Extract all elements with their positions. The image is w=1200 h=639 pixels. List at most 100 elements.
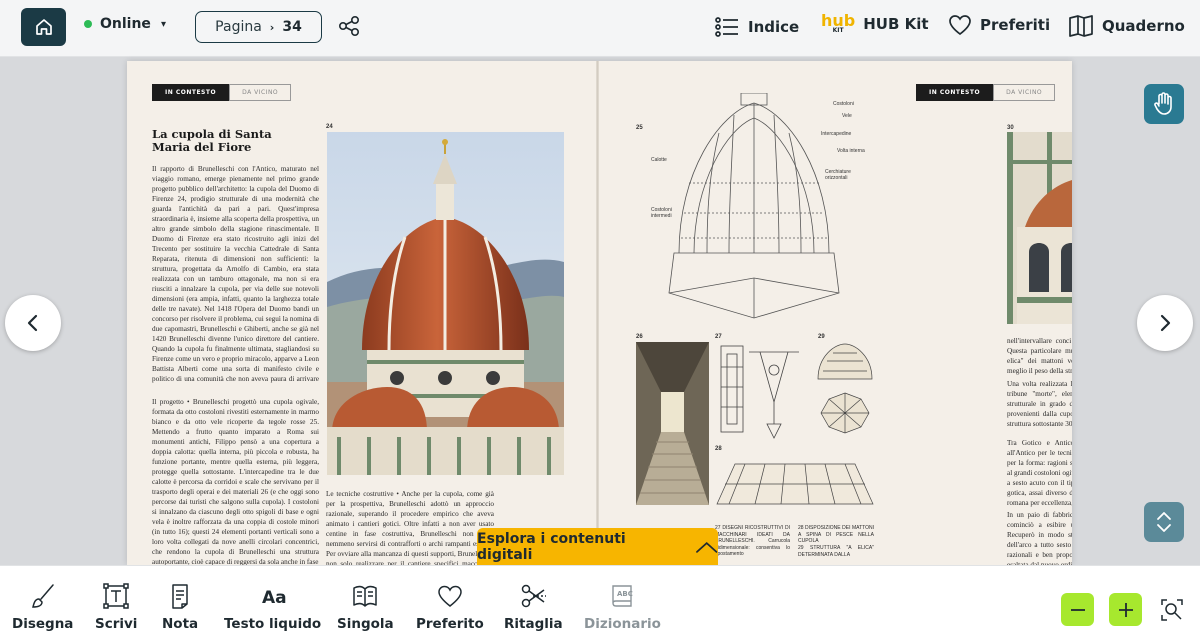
chevron-left-icon [27, 314, 38, 332]
home-button[interactable] [21, 8, 66, 46]
write-label: Scrivi [95, 616, 138, 632]
herringbone-brick-drawing [715, 454, 875, 506]
article-paragraph-7: In un paio di fabbriche degli stessi ann… [1007, 511, 1072, 565]
liquid-text-tool-button[interactable]: Aa Testo liquido [224, 582, 321, 632]
zoom-fit-button[interactable] [1160, 598, 1184, 626]
article-title: La cupola di Santa Maria del Fiore [152, 127, 272, 154]
figure-number: 25 [636, 125, 643, 131]
next-page-button[interactable] [1137, 295, 1193, 351]
figure-number: 30 [1007, 125, 1014, 131]
font-size-icon: Aa [262, 588, 287, 608]
article-paragraph-6: Tra Gotico e Antico • Brunelleschi guard… [1007, 439, 1072, 507]
context-tabs: IN CONTESTO DA VICINO [152, 84, 292, 101]
helix-structure-drawing [815, 341, 875, 441]
hand-tool-button[interactable] [1144, 84, 1184, 124]
draw-label: Disegna [12, 616, 74, 632]
note-label: Nota [162, 616, 199, 632]
book-page-left: IN CONTESTO DA VICINO La cupola di Santa… [127, 61, 597, 565]
single-page-tool-button[interactable]: Singola [337, 582, 394, 632]
figure-number: 28 [715, 446, 722, 452]
article-paragraph-1: Il rapporto di Brunelleschi con l'Antico… [152, 165, 319, 383]
write-tool-button[interactable]: Scrivi [95, 582, 137, 632]
explore-digital-content-label: Esplora i contenuti digitali [477, 530, 626, 563]
machinery-drawing [715, 342, 803, 440]
open-book-icon [1069, 15, 1093, 37]
home-icon [35, 19, 52, 35]
share-icon [338, 15, 360, 37]
article-paragraph-5: Una volta realizzata la cupola, Brunelle… [1007, 380, 1072, 428]
page-label: Pagina [215, 19, 262, 35]
callout-vele: Vele [842, 113, 852, 119]
dictionary-tool-button[interactable]: ABC Dizionario [584, 582, 661, 632]
dictionary-icon: ABC [612, 585, 633, 607]
duomo-photo [327, 132, 564, 475]
favorite-tool-button[interactable]: Preferito [416, 582, 484, 632]
favorite-label: Preferito [416, 616, 484, 632]
scissors-icon [522, 584, 547, 608]
chevron-down-icon: ▾ [160, 18, 166, 30]
connection-status-label: Online [100, 16, 151, 32]
list-icon [715, 17, 738, 37]
article-paragraph-3: Le tecniche costruttive • Anche per la c… [326, 490, 494, 565]
bottom-toolbar: Disegna Scrivi Nota Aa Testo liquido Sin… [0, 565, 1200, 639]
callout-intercapedine: Intercapedine [821, 131, 852, 137]
connection-status-dropdown[interactable]: Online ▾ [84, 16, 166, 32]
notebook-button[interactable]: Quaderno [1068, 14, 1185, 38]
single-page-label: Singola [337, 616, 394, 632]
callout-costoloni: Costoloni [833, 101, 854, 107]
tribune-photo [1007, 132, 1072, 324]
callout-costoloni-intermedi: Costoloni intermedi [651, 207, 672, 219]
page-number: 34 [282, 19, 302, 35]
tab-in-contesto: IN CONTESTO [152, 84, 230, 101]
caption-27: 27 DISEGNI RICOSTRUTTIVI DI MACCHINARI I… [715, 525, 790, 557]
hubkit-label: HUB Kit [863, 15, 929, 33]
tab-da-vicino: DA VICINO [993, 84, 1056, 101]
open-book-icon [353, 585, 378, 607]
heart-icon [949, 15, 971, 36]
callout-calotte: Calotte [651, 157, 667, 163]
top-bar: Online ▾ Pagina › 34 Indice hub KIT HUB K… [0, 0, 1200, 57]
zoom-out-button[interactable] [1061, 593, 1094, 626]
tab-da-vicino: DA VICINO [229, 84, 292, 101]
page-selector[interactable]: Pagina › 34 [195, 11, 322, 43]
article-paragraph-4: nell'intervallare conci verticali e conc… [1007, 337, 1072, 375]
context-tabs: IN CONTESTO DA VICINO [916, 84, 1056, 101]
note-tool-button[interactable]: Nota [162, 582, 198, 632]
brush-icon [31, 584, 54, 608]
figure-number: 24 [326, 124, 333, 130]
explore-digital-content-button[interactable]: Esplora i contenuti digitali [477, 528, 718, 565]
tab-in-contesto: IN CONTESTO [916, 84, 994, 101]
figure-number: 27 [715, 334, 722, 340]
text-box-icon [103, 583, 129, 609]
hubkit-logo: hub KIT [821, 11, 856, 34]
share-button[interactable] [337, 14, 361, 42]
zoom-search-icon [1161, 599, 1183, 621]
liquid-text-label: Testo liquido [224, 616, 322, 632]
vertical-scroll-icon [1157, 512, 1171, 532]
index-button[interactable]: Indice [714, 14, 799, 40]
draw-tool-button[interactable]: Disegna [12, 582, 73, 632]
figure-number: 26 [636, 334, 643, 340]
chevron-up-icon [695, 541, 717, 553]
notebook-label: Quaderno [1102, 17, 1185, 35]
minus-icon [1070, 608, 1085, 611]
stair-corridor-photo [636, 342, 709, 505]
scroll-mode-button[interactable] [1144, 502, 1184, 542]
index-label: Indice [748, 18, 800, 36]
plus-icon [1118, 602, 1133, 617]
zoom-in-button[interactable] [1109, 593, 1142, 626]
dictionary-label: Dizionario [584, 616, 661, 632]
svg-text:Aa: Aa [262, 588, 287, 608]
heart-icon [438, 585, 462, 607]
article-paragraph-2: Il progetto • Brunelleschi progettò una … [152, 398, 319, 565]
hubkit-button[interactable]: hub KIT HUB Kit [821, 11, 929, 34]
chevron-right-icon: › [269, 20, 275, 34]
crop-tool-button[interactable]: Ritaglia [504, 582, 563, 632]
favorites-button[interactable]: Preferiti [948, 14, 1050, 36]
chevron-right-icon [1160, 314, 1171, 332]
previous-page-button[interactable] [5, 295, 61, 351]
caption-29: 29 STRUTTURA "A ELICA" DETERMINATA DALLA [798, 545, 874, 558]
favorites-label: Preferiti [980, 16, 1051, 34]
callout-cerchiature: Cerchiature orizzontali [825, 169, 851, 181]
svg-text:ABC: ABC [617, 590, 633, 598]
